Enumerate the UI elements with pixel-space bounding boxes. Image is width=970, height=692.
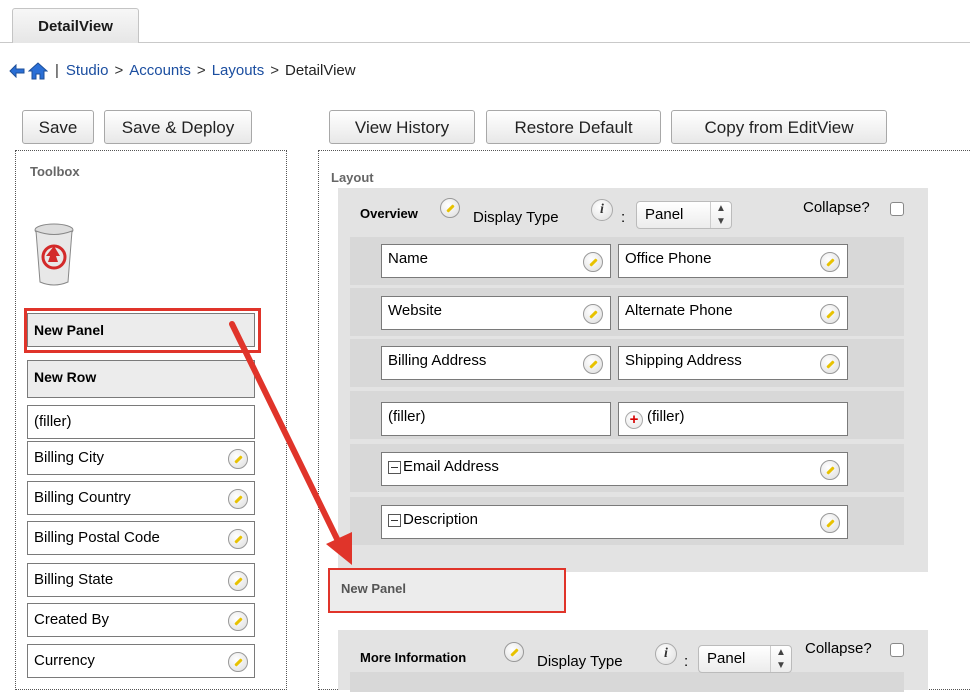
display-type-select[interactable]: Panel ▲ ▼ — [698, 645, 792, 673]
field-label: Email Address — [403, 458, 499, 475]
edit-icon[interactable] — [228, 529, 248, 549]
field-label: Currency — [34, 652, 95, 669]
field-label: Name — [388, 250, 429, 267]
breadcrumb-studio[interactable]: Studio — [66, 60, 109, 82]
field-label: Billing Postal Code — [34, 529, 160, 546]
breadcrumb-divider: > — [270, 62, 279, 79]
field-label: Alternate Phone — [625, 302, 733, 319]
display-type-label: Display Type — [537, 653, 623, 670]
edit-icon[interactable] — [228, 449, 248, 469]
edit-icon[interactable] — [440, 198, 460, 218]
chevron-updown-icon: ▲ ▼ — [710, 202, 731, 228]
edit-icon[interactable] — [820, 252, 840, 272]
home-icon[interactable] — [28, 62, 48, 80]
layout-row — [350, 672, 904, 692]
colon: : — [684, 653, 689, 670]
copy-from-editview-button[interactable]: Copy from EditView — [671, 110, 887, 144]
select-value: Panel — [645, 206, 684, 223]
save-button[interactable]: Save — [22, 110, 94, 144]
layout-filler[interactable]: (filler) — [381, 402, 611, 436]
select-value: Panel — [707, 650, 746, 667]
layout-filler[interactable]: + (filler) — [618, 402, 848, 436]
edit-icon[interactable] — [228, 571, 248, 591]
edit-icon[interactable] — [583, 354, 603, 374]
breadcrumb-divider: > — [114, 62, 124, 79]
field-label: Shipping Address — [625, 352, 742, 369]
breadcrumb-divider: > — [196, 62, 206, 79]
layout-field[interactable]: Office Phone — [618, 244, 848, 278]
collapse-label: Collapse? — [805, 640, 872, 657]
save-deploy-button[interactable]: Save & Deploy — [104, 110, 252, 144]
field-label: Billing City — [34, 449, 105, 466]
tab-bar: DetailView — [0, 0, 970, 43]
tab-detailview[interactable]: DetailView — [12, 8, 139, 43]
toolbox-field[interactable]: Created By — [27, 603, 255, 637]
restore-default-button[interactable]: Restore Default — [486, 110, 661, 144]
collapse-checkbox[interactable] — [890, 202, 904, 216]
layout-field[interactable]: Shipping Address — [618, 346, 848, 380]
edit-icon[interactable] — [504, 642, 524, 662]
edit-icon[interactable] — [228, 652, 248, 672]
field-label: Billing State — [34, 571, 114, 588]
collapse-icon[interactable] — [388, 513, 401, 527]
breadcrumb-current: DetailView — [285, 62, 356, 79]
display-type-label: Display Type — [473, 209, 559, 226]
edit-icon[interactable] — [820, 513, 840, 533]
layout-field[interactable]: Billing Address — [381, 346, 611, 380]
toolbox-field[interactable]: Currency — [27, 644, 255, 678]
field-label: Office Phone — [625, 250, 712, 267]
toolbox-field[interactable]: Billing City — [27, 441, 255, 475]
add-icon[interactable]: + — [625, 411, 643, 429]
edit-icon[interactable] — [583, 304, 603, 324]
collapse-icon[interactable] — [388, 460, 401, 474]
field-label: Created By — [34, 611, 110, 628]
breadcrumb-separator: | — [55, 62, 59, 79]
panel-name: Overview — [360, 206, 418, 221]
collapse-label: Collapse? — [803, 199, 870, 216]
toolbox-field[interactable]: Billing Country — [27, 481, 255, 515]
display-type-select[interactable]: Panel ▲ ▼ — [636, 201, 732, 229]
panel-name: More Information — [360, 650, 467, 665]
field-label: Billing Country — [34, 489, 131, 506]
new-panel-highlight — [24, 308, 261, 353]
trash-icon[interactable] — [33, 222, 75, 286]
breadcrumb-layouts[interactable]: Layouts — [212, 60, 265, 82]
layout-field-wide[interactable]: Email Address — [381, 452, 848, 486]
edit-icon[interactable] — [820, 460, 840, 480]
new-panel-drop-label: New Panel — [341, 581, 407, 596]
colon: : — [621, 209, 626, 226]
layout-field-wide[interactable]: Description — [381, 505, 848, 539]
toolbox-field[interactable]: Billing Postal Code — [27, 521, 255, 555]
field-label: Description — [403, 511, 479, 528]
layout-title: Layout — [331, 170, 374, 185]
breadcrumb-accounts[interactable]: Accounts — [129, 60, 191, 82]
collapse-checkbox[interactable] — [890, 643, 904, 657]
toolbox-new-row[interactable]: New Row — [27, 360, 255, 398]
toolbox-field[interactable]: Billing State — [27, 563, 255, 597]
field-label: Billing Address — [388, 352, 487, 369]
edit-icon[interactable] — [228, 611, 248, 631]
field-label: Website — [388, 302, 442, 319]
toolbox-filler[interactable]: (filler) — [27, 405, 255, 439]
info-icon[interactable]: i — [591, 199, 613, 221]
edit-icon[interactable] — [820, 304, 840, 324]
layout-field[interactable]: Website — [381, 296, 611, 330]
edit-icon[interactable] — [820, 354, 840, 374]
chevron-updown-icon: ▲ ▼ — [770, 646, 791, 672]
field-label: (filler) — [647, 408, 685, 425]
edit-icon[interactable] — [228, 489, 248, 509]
layout-field[interactable]: Alternate Phone — [618, 296, 848, 330]
edit-icon[interactable] — [583, 252, 603, 272]
breadcrumb: | Studio > Accounts > Layouts > DetailVi… — [9, 60, 356, 82]
toolbox-title: Toolbox — [30, 164, 80, 179]
view-history-button[interactable]: View History — [329, 110, 475, 144]
back-arrow-icon[interactable] — [9, 64, 25, 78]
layout-field[interactable]: Name — [381, 244, 611, 278]
info-icon[interactable]: i — [655, 643, 677, 665]
